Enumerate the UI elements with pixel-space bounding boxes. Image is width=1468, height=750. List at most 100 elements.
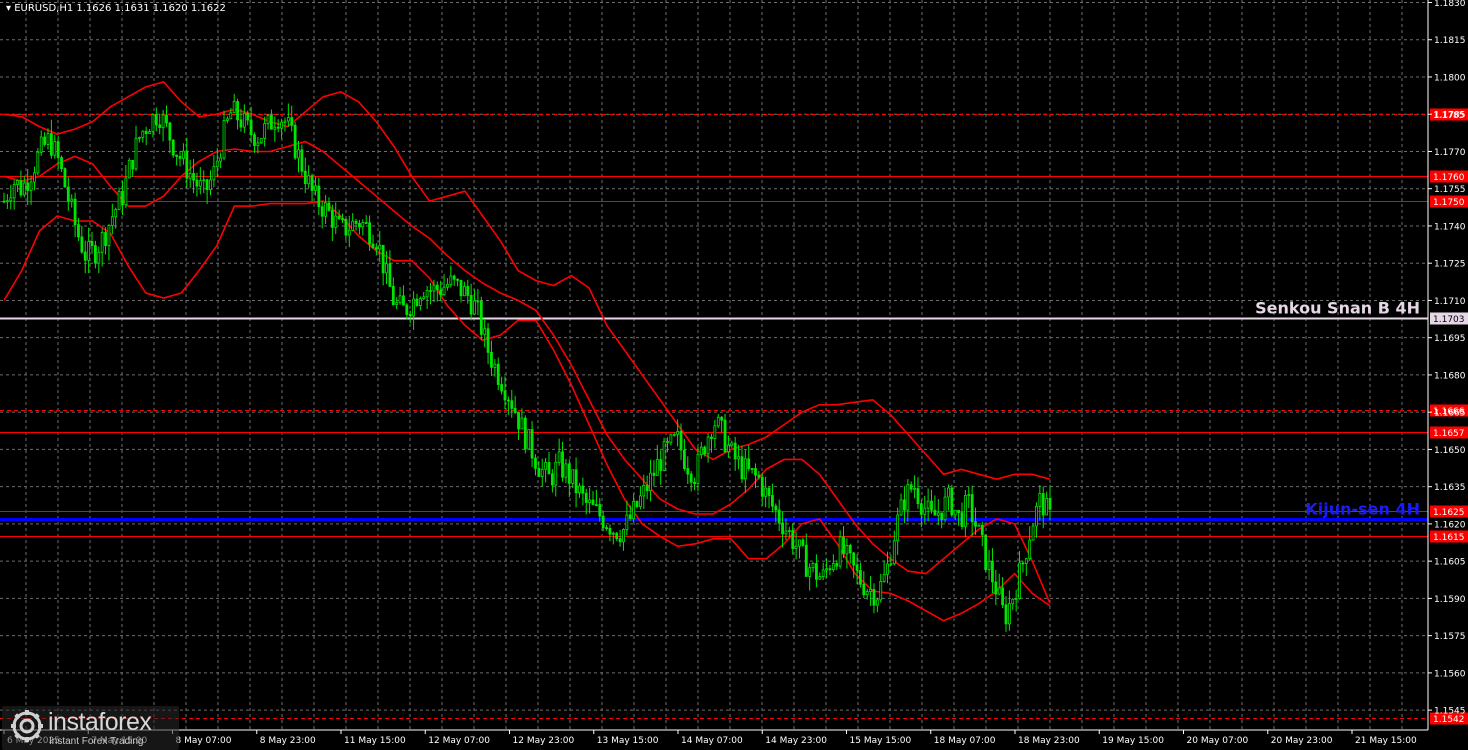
price-tick-label: 1.1725 bbox=[1434, 260, 1466, 270]
candle-body bbox=[578, 485, 581, 494]
candle-body bbox=[845, 544, 849, 555]
candle-body bbox=[466, 286, 470, 296]
candle-body bbox=[672, 433, 676, 436]
logo-tagline: Instant Forex Trading bbox=[49, 736, 144, 747]
candle-body bbox=[550, 473, 554, 486]
candle-body bbox=[182, 150, 185, 159]
candle-body bbox=[192, 172, 195, 181]
candle-body bbox=[571, 469, 575, 484]
candle-body bbox=[875, 599, 879, 606]
candle-body bbox=[801, 539, 805, 546]
candle-body bbox=[926, 500, 930, 509]
candle-body bbox=[825, 568, 828, 571]
candle-body bbox=[63, 168, 67, 188]
candle-body bbox=[385, 263, 388, 274]
candle-body bbox=[869, 589, 872, 592]
candle-body bbox=[882, 573, 886, 582]
candle-body bbox=[449, 275, 453, 285]
candle-body bbox=[337, 215, 341, 220]
candle-body bbox=[777, 509, 781, 524]
candle-body bbox=[598, 504, 602, 517]
level-price-label: 1.1625 bbox=[1433, 508, 1465, 518]
candle-body bbox=[804, 544, 808, 577]
candle-body bbox=[554, 461, 558, 486]
candle-body bbox=[205, 179, 209, 190]
candle-body bbox=[1018, 562, 1021, 599]
candle-body bbox=[354, 220, 358, 224]
candle-body bbox=[649, 472, 652, 492]
candle-body bbox=[506, 399, 510, 402]
candle-body bbox=[1028, 539, 1032, 560]
candle-body bbox=[750, 468, 754, 470]
candle-body bbox=[483, 328, 487, 335]
candle-body bbox=[273, 126, 277, 130]
candle-body bbox=[862, 583, 866, 596]
candle-body bbox=[808, 567, 812, 577]
candle-body bbox=[415, 298, 419, 307]
level-price-label: 1.1615 bbox=[1433, 533, 1465, 543]
candle-body bbox=[425, 290, 429, 298]
candle-body bbox=[628, 514, 632, 520]
candle-body bbox=[378, 244, 382, 250]
price-tick-label: 1.1770 bbox=[1434, 148, 1466, 158]
candle-body bbox=[967, 494, 971, 496]
candle-body bbox=[676, 431, 680, 435]
candle-body bbox=[412, 298, 415, 317]
candle-body bbox=[520, 417, 524, 430]
candle-body bbox=[771, 495, 774, 507]
candle-body bbox=[22, 182, 26, 196]
time-tick-label: 11 May 15:00 bbox=[344, 736, 406, 746]
candle-body bbox=[605, 527, 608, 530]
candle-body bbox=[818, 576, 822, 580]
candle-body bbox=[689, 473, 693, 483]
time-axis[interactable]: 6 May 20257 May 15:008 May 07:008 May 23… bbox=[3, 730, 1417, 746]
candle-body bbox=[567, 463, 571, 484]
candle-body bbox=[798, 539, 801, 547]
candle-body bbox=[594, 504, 598, 506]
dropdown-triangle-icon[interactable]: ▾ bbox=[6, 3, 14, 14]
candle-body bbox=[124, 177, 128, 206]
candle-body bbox=[977, 524, 981, 527]
candle-body bbox=[307, 175, 311, 185]
candle-body bbox=[456, 278, 460, 281]
candle-body bbox=[1038, 493, 1042, 507]
candle-body bbox=[49, 133, 53, 156]
candle-body bbox=[842, 536, 845, 555]
level-name-label: Kijun-sen 4H bbox=[1305, 500, 1420, 519]
level-price-label: 1.1657 bbox=[1433, 429, 1465, 439]
price-chart[interactable]: 1.1785 1.1760 1.1750 1.1703 Senkou Snan B 4H… bbox=[0, 0, 1468, 750]
candle-body bbox=[104, 232, 107, 247]
candle-body bbox=[371, 243, 375, 249]
candle-body bbox=[402, 295, 405, 306]
candle-body bbox=[263, 123, 267, 139]
price-tick-label: 1.1620 bbox=[1434, 520, 1466, 530]
candle-body bbox=[608, 528, 612, 535]
candle-body bbox=[963, 495, 967, 527]
candle-body bbox=[699, 446, 703, 455]
candle-body bbox=[747, 458, 751, 469]
time-tick-label: 20 May 23:00 bbox=[1271, 736, 1333, 746]
candle-body bbox=[303, 170, 307, 185]
candle-body bbox=[757, 474, 761, 478]
candle-body bbox=[886, 563, 889, 575]
candle-body bbox=[70, 198, 74, 202]
candle-body bbox=[395, 302, 399, 306]
candle-body bbox=[754, 468, 757, 476]
candle-body bbox=[77, 224, 80, 238]
candle-body bbox=[314, 185, 317, 191]
time-tick-label: 15 May 15:00 bbox=[850, 736, 912, 746]
candle-body bbox=[198, 180, 202, 187]
candle-body bbox=[107, 225, 111, 247]
candle-body bbox=[991, 560, 994, 583]
candle-body bbox=[828, 568, 832, 571]
symbol-header[interactable]: ▾ EURUSD,H1 1.1626 1.1631 1.1620 1.1622 bbox=[6, 3, 226, 14]
price-axis[interactable]: 1.1830 1.1815 1.1800 1.1785 1.1770 1.1755 1.17… bbox=[1428, 0, 1466, 717]
candle-body bbox=[760, 476, 764, 497]
candle-body bbox=[622, 529, 625, 543]
candle-body bbox=[710, 436, 713, 439]
candle-body bbox=[486, 328, 490, 353]
candle-body bbox=[83, 251, 87, 261]
price-tick-label: 1.1590 bbox=[1434, 595, 1466, 605]
candle-body bbox=[469, 295, 473, 315]
candle-body bbox=[767, 487, 771, 496]
